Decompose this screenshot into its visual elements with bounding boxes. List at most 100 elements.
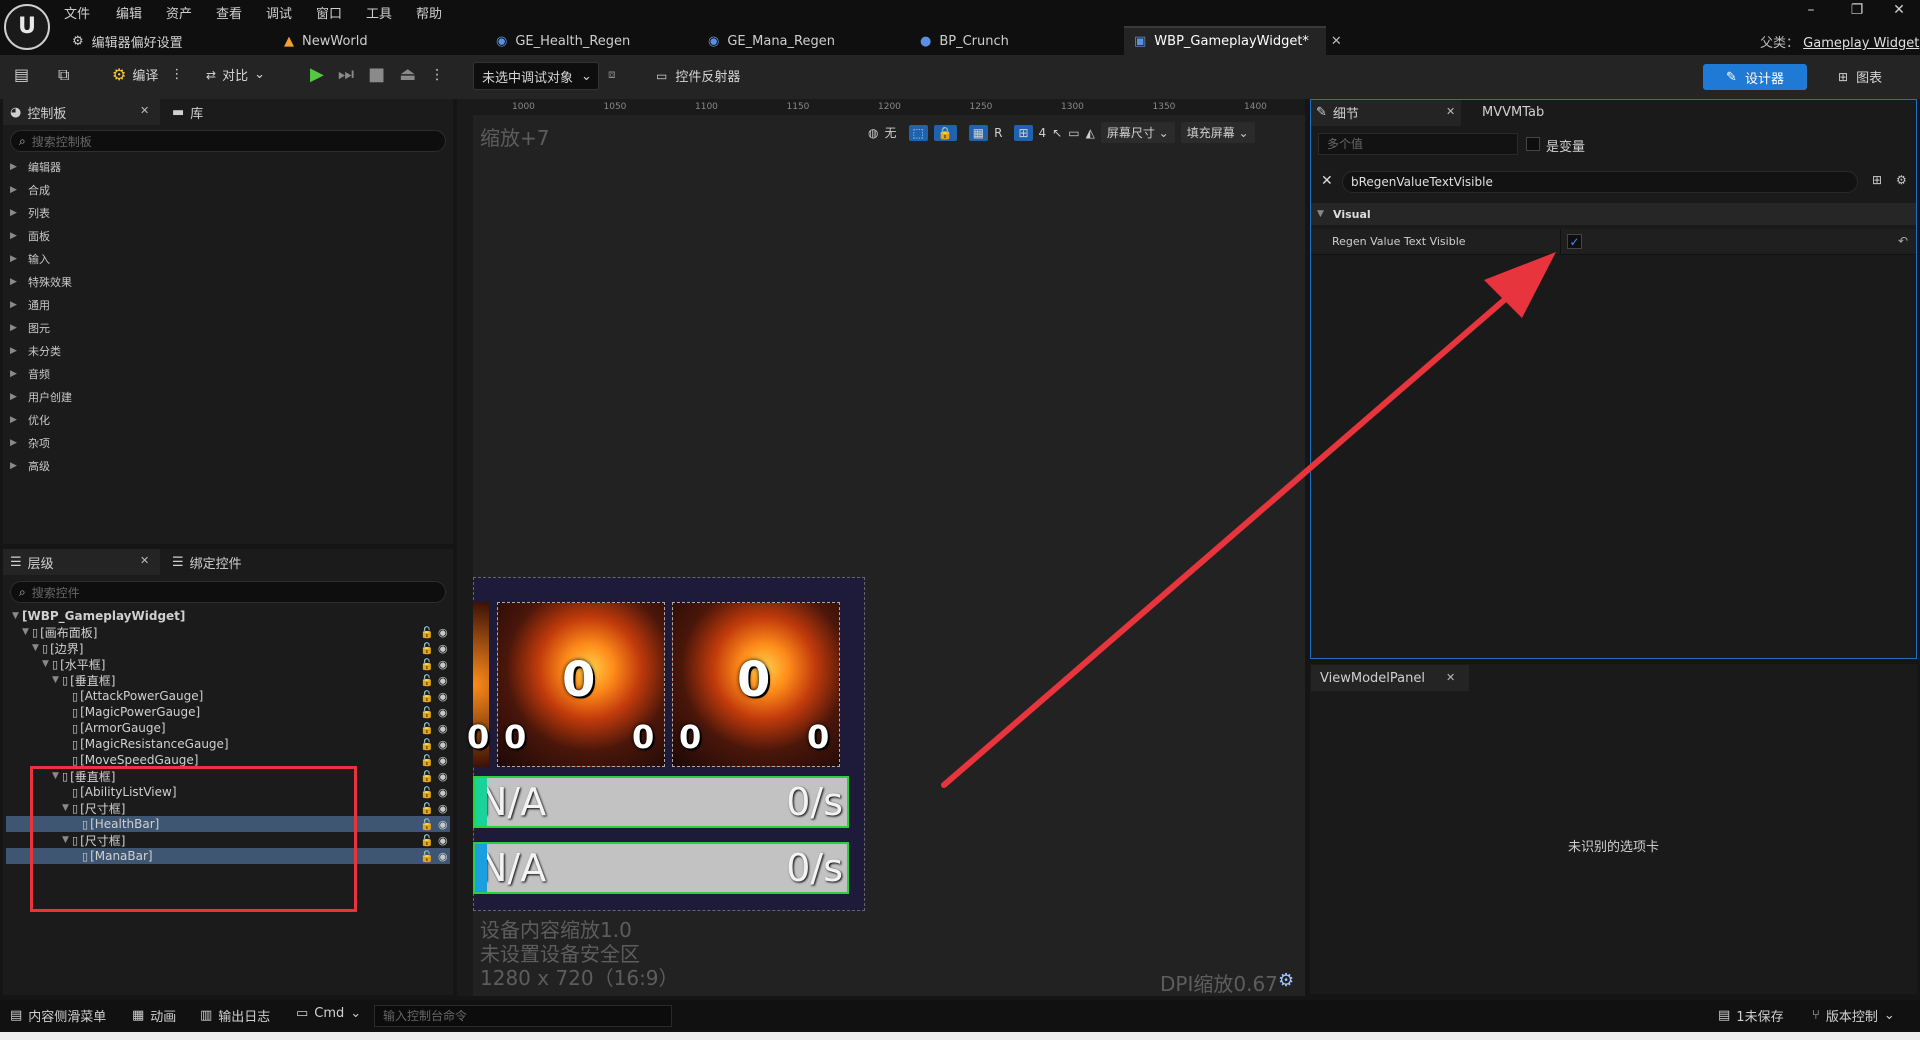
lock-icon[interactable]: 🔓 (420, 786, 434, 799)
details-search-input[interactable]: bRegenValueTextVisible (1342, 171, 1858, 193)
palette-category[interactable]: ▶ 优化 (10, 410, 50, 430)
expand-arrow-icon[interactable]: ▼ (42, 659, 52, 669)
palette-category[interactable]: ▶ 高级 (10, 456, 50, 476)
lock-icon[interactable]: 🔓 (420, 642, 434, 655)
designer-mode-button[interactable]: ✎ 设计器 (1703, 64, 1807, 90)
menu-item[interactable]: 工具 (366, 3, 392, 22)
restore-icon[interactable]: ❐ (1842, 2, 1872, 18)
reset-icon[interactable]: ↶ (1898, 235, 1908, 247)
parent-class-link[interactable]: Gameplay Widget (1803, 36, 1919, 51)
eye-icon[interactable]: ◉ (438, 626, 448, 639)
health-bar[interactable]: N/A 0/s (473, 776, 849, 828)
palette-category[interactable]: ▶ 特殊效果 (10, 272, 72, 292)
palette-category[interactable]: ▶ 未分类 (10, 341, 61, 361)
localization-value[interactable]: 无 (884, 124, 896, 141)
lock-icon[interactable]: 🔓 (420, 850, 434, 863)
hierarchy-item[interactable]: ▼ [WBP_GameplayWidget] (6, 608, 450, 624)
globe-icon[interactable]: ◍ (868, 127, 878, 139)
expand-arrow-icon[interactable]: ▼ (22, 627, 32, 637)
close-icon[interactable]: ✕ (1331, 35, 1342, 48)
hierarchy-item[interactable]: ▯ [MagicPowerGauge] 🔓 ◉ (6, 704, 450, 720)
lock-icon[interactable]: 🔒 (933, 124, 957, 141)
more-icon[interactable]: ⋮ (430, 67, 444, 83)
lock-icon[interactable]: 🔓 (420, 690, 434, 703)
lock-icon[interactable]: 🔓 (420, 674, 434, 687)
eye-icon[interactable]: ◉ (438, 722, 448, 735)
menu-item[interactable]: 文件 (64, 3, 90, 22)
eye-icon[interactable]: ◉ (438, 658, 448, 671)
lock-icon[interactable]: 🔓 (420, 754, 434, 767)
close-icon[interactable]: ✕ (140, 555, 149, 566)
diff-button[interactable]: ⇄ 对比 ⌄ (206, 65, 265, 84)
lock-icon[interactable]: 🔓 (420, 658, 434, 671)
eye-icon[interactable]: ◉ (438, 786, 448, 799)
palette-category[interactable]: ▶ 输入 (10, 249, 50, 269)
lock-icon[interactable]: 🔓 (420, 626, 434, 639)
menu-item[interactable]: 窗口 (316, 3, 342, 22)
close-icon[interactable]: ✕ (1446, 106, 1455, 117)
palette-category[interactable]: ▶ 通用 (10, 295, 50, 315)
lock-icon[interactable]: 🔓 (420, 706, 434, 719)
source-control-button[interactable]: ⑂ 版本控制 ⌄ (1812, 1006, 1895, 1025)
menu-item[interactable]: 编辑 (116, 3, 142, 22)
graph-mode-button[interactable]: ⊞ 图表 (1838, 67, 1882, 87)
hierarchy-item[interactable]: ▼ ▯ [垂直框] 🔓 ◉ (6, 672, 450, 688)
animation-button[interactable]: ▦ 动画 (132, 1006, 176, 1025)
regen-visible-checkbox[interactable]: ✓ (1567, 234, 1582, 249)
tab-wbp-gameplay-widget[interactable]: ▣ WBP_GameplayWidget* ✕ (1124, 26, 1342, 55)
palette-category[interactable]: ▶ 合成 (10, 180, 50, 200)
eye-icon[interactable]: ◉ (438, 690, 448, 703)
menu-item[interactable]: 资产 (166, 3, 192, 22)
menu-item[interactable]: 调试 (266, 3, 292, 22)
eye-icon[interactable]: ◉ (438, 802, 448, 815)
grid-size[interactable]: 4 (1039, 126, 1047, 140)
lock-icon[interactable]: 🔓 (420, 802, 434, 815)
r-toggle[interactable]: R (994, 126, 1002, 140)
tab-newworld[interactable]: ▲ NewWorld (284, 29, 368, 53)
hierarchy-item[interactable]: ▼ ▯ [边界] 🔓 ◉ (6, 640, 450, 656)
expand-arrow-icon[interactable]: ▼ (32, 643, 42, 653)
tab-bp-crunch[interactable]: ● BP_Crunch (920, 29, 1009, 53)
close-icon[interactable]: ✕ (140, 105, 149, 116)
eject-icon[interactable]: ⏏ (399, 64, 416, 85)
palette-category[interactable]: ▶ 音频 (10, 364, 50, 384)
eye-icon[interactable]: ◉ (438, 738, 448, 751)
palette-category[interactable]: ▶ 列表 (10, 203, 50, 223)
tab-editor-preferences[interactable]: ⚙ 编辑器偏好设置 (72, 29, 183, 53)
tab-ge-mana-regen[interactable]: ◉ GE_Mana_Regen (708, 29, 835, 53)
lock-icon[interactable]: 🔓 (420, 818, 434, 831)
palette-category[interactable]: ▶ 面板 (10, 226, 50, 246)
tab-viewmodel-panel[interactable]: ViewModelPanel (1320, 666, 1425, 690)
eye-icon[interactable]: ◉ (438, 706, 448, 719)
hierarchy-item[interactable]: ▼ ▯ [水平框] 🔓 ◉ (6, 656, 450, 672)
eye-icon[interactable]: ◉ (438, 850, 448, 863)
tab-hierarchy[interactable]: ☰ 层级 (10, 550, 54, 574)
unsaved-button[interactable]: ▤ 1未保存 (1718, 1006, 1784, 1025)
clear-search-icon[interactable]: ✕ (1321, 174, 1333, 188)
palette-category[interactable]: ▶ 用户创建 (10, 387, 72, 407)
eye-icon[interactable]: ◉ (438, 754, 448, 767)
palette-search-input[interactable]: ⌕ 搜索控制板 (10, 130, 446, 152)
widget-reflector-button[interactable]: ▭ 控件反射器 (656, 66, 740, 86)
lock-icon[interactable]: 🔓 (420, 770, 434, 783)
find-debug-icon[interactable]: ⧈ (608, 68, 616, 80)
menu-item[interactable]: 查看 (216, 3, 242, 22)
tab-palette[interactable]: ◕ 控制板 (10, 100, 66, 124)
widget-name-field[interactable]: 多个值 (1318, 133, 1518, 155)
gear-icon[interactable]: ⚙ (1278, 972, 1294, 990)
close-icon[interactable]: ✕ (1446, 672, 1455, 683)
console-input[interactable]: 输入控制台命令 (374, 1005, 672, 1027)
stop-icon[interactable]: ■ (368, 64, 385, 85)
eye-icon[interactable]: ◉ (438, 674, 448, 687)
table-view-icon[interactable]: ⊞ (1872, 174, 1882, 186)
minimize-icon[interactable]: – (1796, 2, 1826, 18)
hierarchy-item[interactable]: ▯ [AttackPowerGauge] 🔓 ◉ (6, 688, 450, 704)
lock-icon[interactable]: 🔓 (420, 722, 434, 735)
select-icon[interactable]: ⬚ (908, 124, 928, 141)
save-icon[interactable]: ▤ (14, 67, 29, 83)
content-drawer-button[interactable]: ▤ 内容侧滑菜单 (10, 1006, 106, 1025)
mana-bar[interactable]: N/A 0/s (473, 842, 849, 894)
tab-library[interactable]: ▬ 库 (172, 100, 203, 124)
palette-category[interactable]: ▶ 图元 (10, 318, 50, 338)
browse-icon[interactable]: ⧉ (58, 67, 69, 83)
